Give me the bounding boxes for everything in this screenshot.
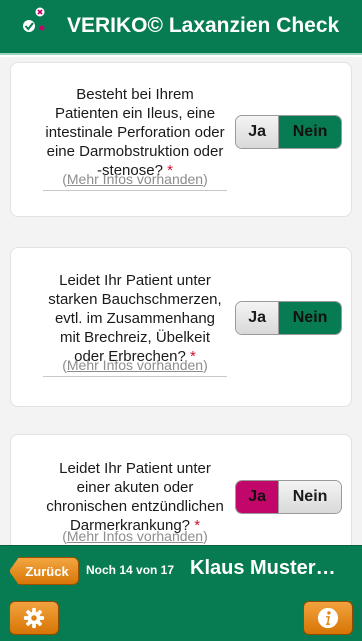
question-text: Besteht bei Ihrem Patienten ein Ileus, e… bbox=[45, 86, 225, 179]
yes-no-toggle[interactable]: Ja Nein bbox=[235, 301, 342, 335]
no-option[interactable]: Nein bbox=[278, 302, 341, 334]
more-info-link[interactable]: (Mehr Infos vorhanden) bbox=[43, 171, 227, 191]
app-title: VERIKO© Laxanzien Check bbox=[67, 14, 340, 37]
no-option[interactable]: Nein bbox=[278, 481, 341, 513]
gear-icon bbox=[23, 607, 45, 629]
question-text: Leidet Ihr Patient unter starken Bauchsc… bbox=[48, 272, 222, 365]
footer-toolbar bbox=[0, 595, 362, 641]
app-header: VERIKO© Laxanzien Check bbox=[0, 0, 362, 55]
yes-option[interactable]: Ja bbox=[236, 481, 279, 513]
yes-no-toggle[interactable]: Ja Nein bbox=[235, 115, 342, 149]
question-list[interactable]: Besteht bei Ihrem Patienten ein Ileus, e… bbox=[0, 57, 362, 545]
navigation-bar: Zurück Noch 14 von 17 Klaus Muster… bbox=[0, 545, 362, 595]
progress-text: Noch 14 von 17 bbox=[86, 563, 175, 577]
yes-option[interactable]: Ja bbox=[236, 302, 279, 334]
back-button[interactable]: Zurück bbox=[9, 557, 79, 585]
more-info-link[interactable]: (Mehr Infos vorhanden) bbox=[43, 528, 227, 545]
no-option[interactable]: Nein bbox=[278, 116, 341, 148]
info-button[interactable] bbox=[303, 601, 353, 635]
more-info-link[interactable]: (Mehr Infos vorhanden) bbox=[43, 357, 227, 377]
veriko-logo-icon bbox=[23, 7, 45, 32]
patient-name: Klaus Muster… bbox=[190, 557, 336, 579]
question-card: Leidet Ihr Patient unter einer akuten od… bbox=[10, 434, 352, 545]
question-card: Besteht bei Ihrem Patienten ein Ileus, e… bbox=[10, 62, 352, 217]
yes-no-toggle[interactable]: Ja Nein bbox=[235, 480, 342, 514]
yes-option[interactable]: Ja bbox=[236, 116, 279, 148]
info-icon bbox=[317, 607, 339, 629]
question-card: Leidet Ihr Patient unter starken Bauchsc… bbox=[10, 247, 352, 407]
question-text: Leidet Ihr Patient unter einer akuten od… bbox=[46, 460, 224, 534]
settings-button[interactable] bbox=[9, 601, 59, 635]
